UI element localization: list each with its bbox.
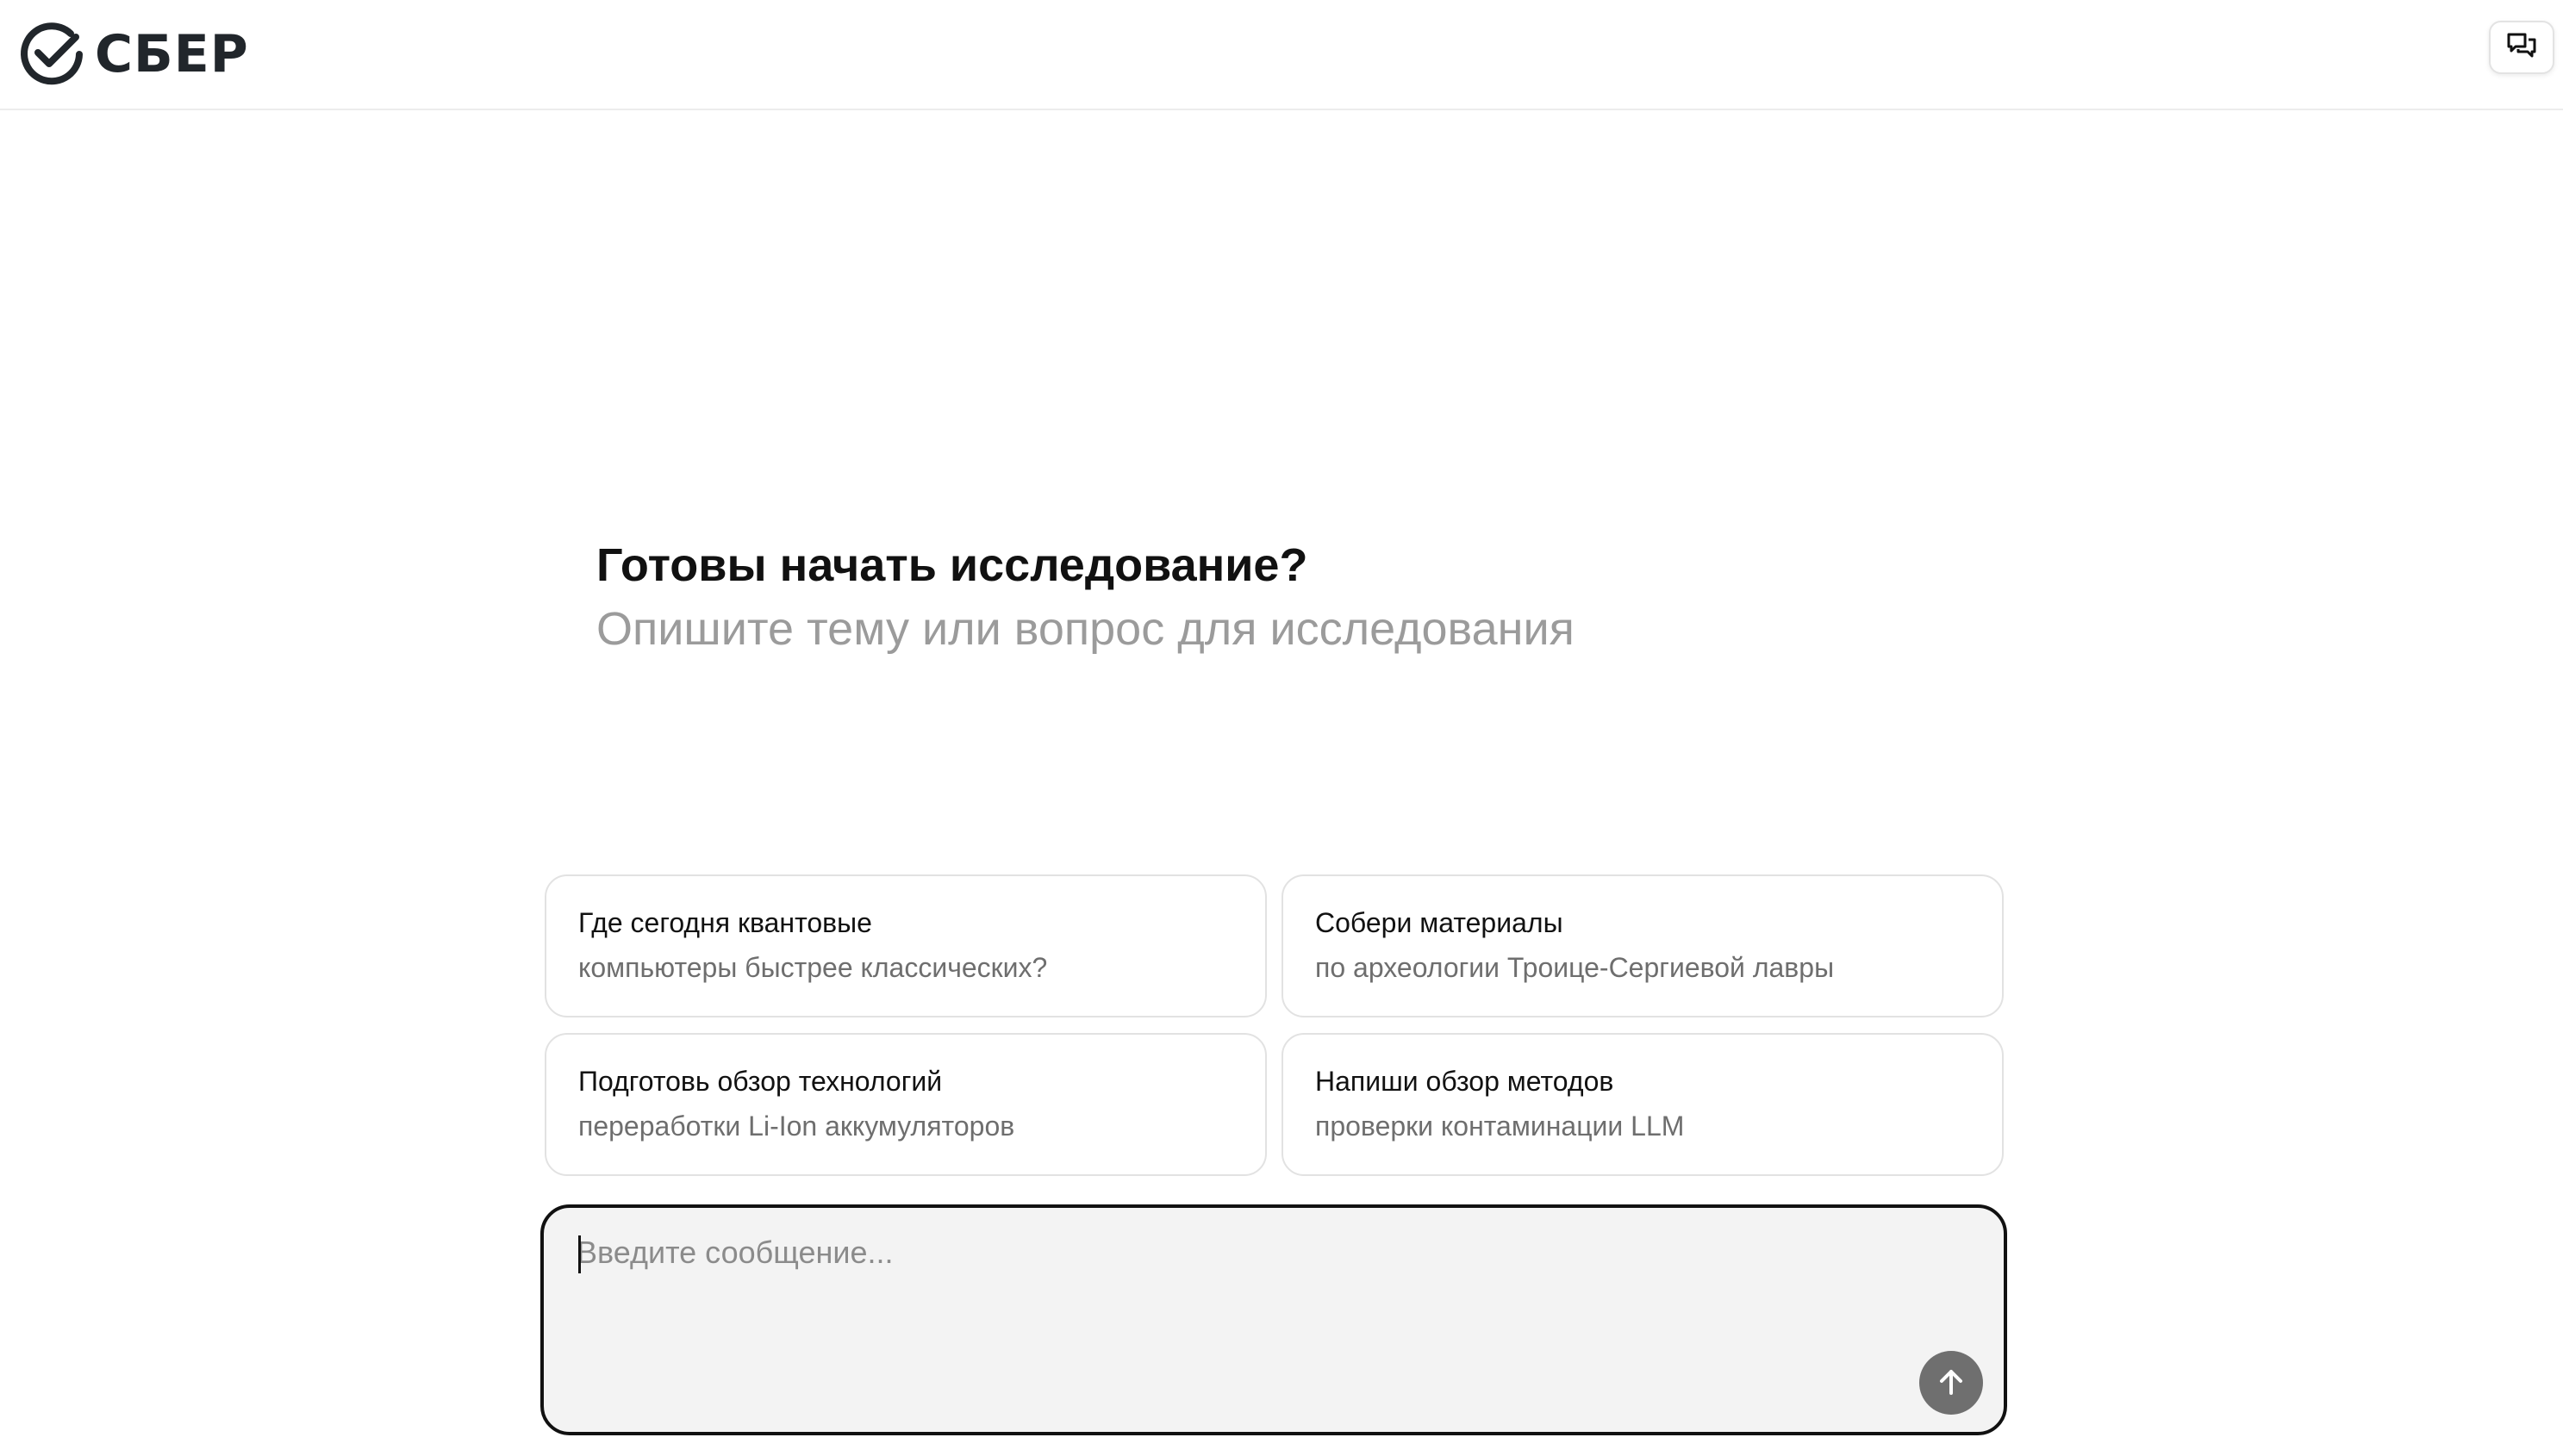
suggestion-card[interactable]: Напиши обзор методов проверки контаминац… (1282, 1033, 2004, 1176)
suggestion-title: Подготовь обзор технологий (578, 1066, 943, 1097)
chat-history-button[interactable] (2489, 21, 2554, 74)
text-caret (578, 1235, 581, 1273)
message-input[interactable] (577, 1234, 1938, 1389)
message-composer (540, 1204, 2007, 1435)
suggestion-card[interactable]: Подготовь обзор технологий переработки L… (545, 1033, 1267, 1176)
page-subtitle: Опишите тему или вопрос для исследования (596, 603, 1575, 655)
suggestion-grid: Где сегодня квантовые компьютеры быстрее… (545, 874, 2004, 1176)
top-bar: СБЕР (0, 0, 2563, 110)
chat-bubbles-icon (2504, 28, 2539, 67)
send-button[interactable] (1919, 1351, 1983, 1415)
suggestion-subtitle: проверки контаминации LLM (1315, 1111, 1685, 1142)
sber-check-icon (19, 22, 84, 87)
sber-logo[interactable]: СБЕР (19, 21, 249, 88)
suggestion-title: Где сегодня квантовые (578, 907, 872, 938)
suggestion-title: Напиши обзор методов (1315, 1066, 1614, 1097)
suggestion-card[interactable]: Где сегодня квантовые компьютеры быстрее… (545, 874, 1267, 1017)
hero: Готовы начать исследование? Опишите тему… (596, 534, 1975, 662)
suggestion-subtitle: переработки Li-Ion аккумуляторов (578, 1111, 1015, 1142)
suggestion-title: Собери материалы (1315, 907, 1563, 938)
arrow-up-icon (1934, 1365, 1968, 1402)
page-title: Готовы начать исследование? (596, 539, 1308, 591)
suggestion-subtitle: по археологии Троице-Сергиевой лавры (1315, 952, 1835, 983)
suggestion-subtitle: компьютеры быстрее классических? (578, 952, 1048, 983)
logo-text: СБЕР (95, 24, 249, 84)
suggestion-card[interactable]: Собери материалы по археологии Троице-Се… (1282, 874, 2004, 1017)
